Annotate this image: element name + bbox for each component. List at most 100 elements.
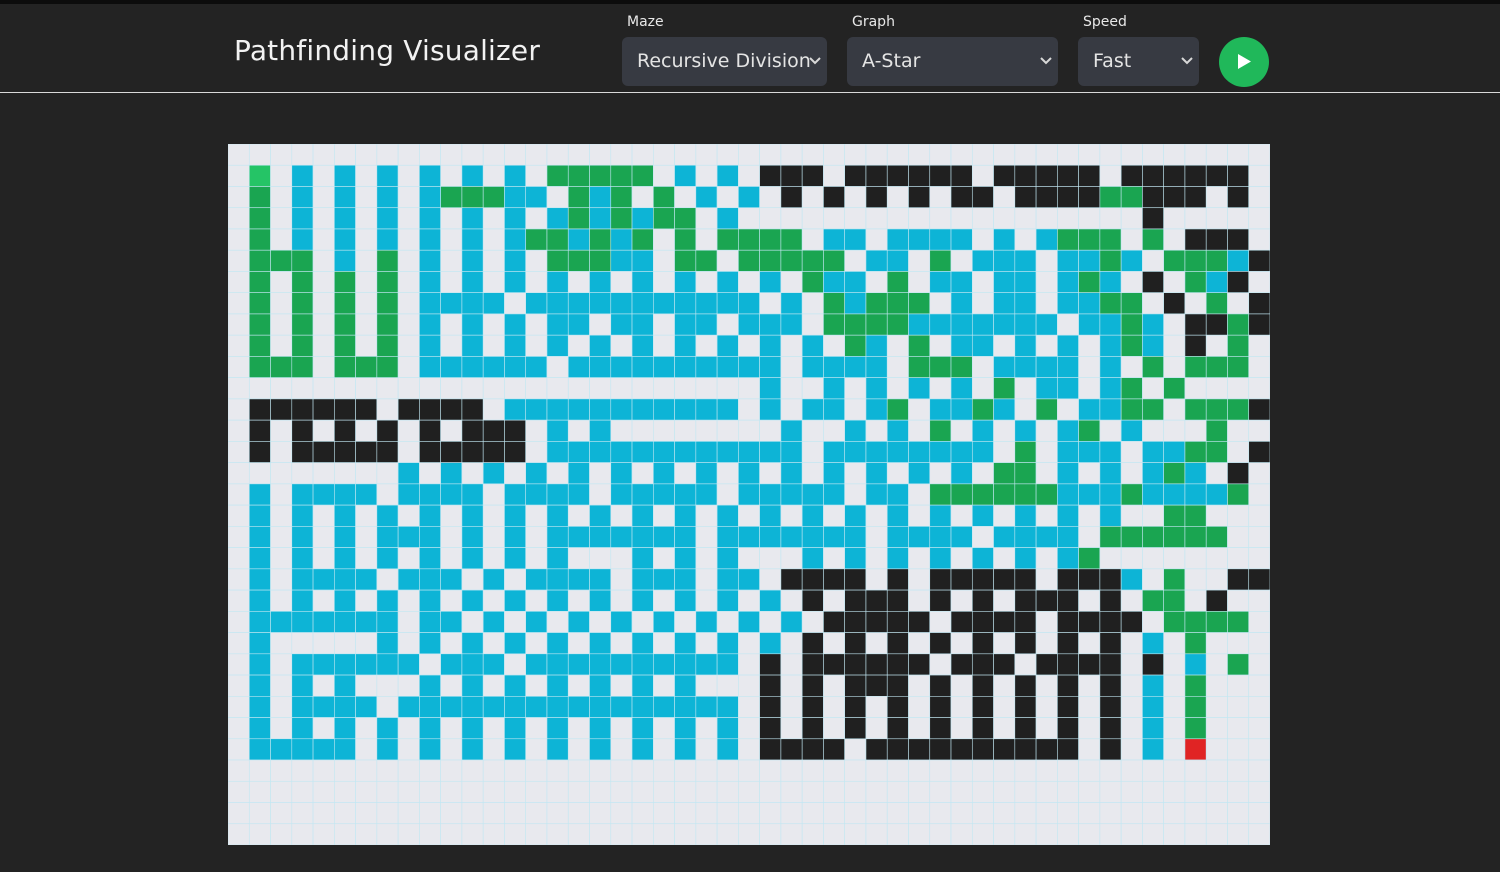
empty-cell[interactable] <box>546 144 569 166</box>
empty-cell[interactable] <box>716 249 739 272</box>
wall-cell[interactable] <box>1227 462 1250 485</box>
visited-cell[interactable] <box>950 292 973 315</box>
visited-cell[interactable] <box>1099 398 1122 421</box>
empty-cell[interactable] <box>1057 398 1079 421</box>
empty-cell[interactable] <box>270 823 293 845</box>
empty-cell[interactable] <box>1248 589 1270 612</box>
empty-cell[interactable] <box>312 144 335 166</box>
visited-cell[interactable] <box>1078 292 1101 315</box>
empty-cell[interactable] <box>525 823 548 845</box>
visited-cell[interactable] <box>1099 356 1122 378</box>
visited-cell[interactable] <box>504 334 527 357</box>
visited-cell[interactable] <box>589 632 612 655</box>
path-cell[interactable] <box>589 164 612 187</box>
empty-cell[interactable] <box>1248 611 1270 633</box>
path-cell[interactable] <box>929 419 952 442</box>
empty-cell[interactable] <box>1078 462 1101 485</box>
empty-cell[interactable] <box>355 207 378 230</box>
empty-cell[interactable] <box>440 228 463 251</box>
empty-cell[interactable] <box>312 823 335 845</box>
path-cell[interactable] <box>1184 526 1207 548</box>
empty-cell[interactable] <box>312 632 335 655</box>
path-cell[interactable] <box>1142 356 1164 378</box>
wall-cell[interactable] <box>1035 738 1058 761</box>
visited-cell[interactable] <box>716 334 739 357</box>
visited-cell[interactable] <box>631 334 654 357</box>
visited-cell[interactable] <box>929 228 952 251</box>
empty-cell[interactable] <box>1078 632 1101 655</box>
empty-cell[interactable] <box>971 271 994 293</box>
wall-cell[interactable] <box>759 738 782 761</box>
visited-cell[interactable] <box>440 356 463 378</box>
wall-cell[interactable] <box>482 441 505 463</box>
empty-cell[interactable] <box>461 377 484 400</box>
empty-cell[interactable] <box>270 271 293 293</box>
visited-cell[interactable] <box>504 313 527 336</box>
empty-cell[interactable] <box>950 547 973 570</box>
visited-cell[interactable] <box>525 292 548 315</box>
empty-cell[interactable] <box>716 186 739 209</box>
empty-cell[interactable] <box>397 823 420 845</box>
wall-cell[interactable] <box>1120 164 1143 187</box>
empty-cell[interactable] <box>759 186 782 209</box>
empty-cell[interactable] <box>823 589 845 612</box>
path-cell[interactable] <box>1163 589 1186 612</box>
wall-cell[interactable] <box>1057 589 1079 612</box>
visited-cell[interactable] <box>482 292 505 315</box>
visited-cell[interactable] <box>461 334 484 357</box>
visited-cell[interactable] <box>504 738 527 761</box>
empty-cell[interactable] <box>695 759 718 782</box>
empty-cell[interactable] <box>1035 674 1058 697</box>
empty-cell[interactable] <box>1035 611 1058 633</box>
visited-cell[interactable] <box>653 653 675 676</box>
empty-cell[interactable] <box>525 802 548 825</box>
empty-cell[interactable] <box>525 419 548 442</box>
empty-cell[interactable] <box>738 759 760 782</box>
empty-cell[interactable] <box>653 780 675 803</box>
visited-cell[interactable] <box>1099 462 1122 485</box>
visited-cell[interactable] <box>1078 441 1101 463</box>
empty-cell[interactable] <box>695 377 718 400</box>
empty-cell[interactable] <box>674 462 697 485</box>
empty-cell[interactable] <box>1248 377 1270 400</box>
empty-cell[interactable] <box>1035 547 1058 570</box>
visited-cell[interactable] <box>780 611 803 633</box>
empty-cell[interactable] <box>1227 207 1250 230</box>
path-cell[interactable] <box>653 207 675 230</box>
empty-cell[interactable] <box>1248 802 1270 825</box>
empty-cell[interactable] <box>823 695 845 718</box>
path-cell[interactable] <box>1227 483 1250 506</box>
empty-cell[interactable] <box>908 717 931 740</box>
visited-cell[interactable] <box>440 568 463 591</box>
empty-cell[interactable] <box>780 674 803 697</box>
visited-cell[interactable] <box>674 568 697 591</box>
empty-cell[interactable] <box>971 356 994 378</box>
visited-cell[interactable] <box>567 462 590 485</box>
empty-cell[interactable] <box>1227 504 1250 527</box>
path-cell[interactable] <box>1120 398 1143 421</box>
visited-cell[interactable] <box>546 441 569 463</box>
wall-cell[interactable] <box>823 653 845 676</box>
wall-cell[interactable] <box>886 632 909 655</box>
visited-cell[interactable] <box>419 504 441 527</box>
wall-cell[interactable] <box>801 568 824 591</box>
wall-cell[interactable] <box>865 589 888 612</box>
path-cell[interactable] <box>1184 441 1207 463</box>
empty-cell[interactable] <box>631 823 654 845</box>
empty-cell[interactable] <box>228 398 250 421</box>
path-cell[interactable] <box>1163 249 1186 272</box>
visited-cell[interactable] <box>801 504 824 527</box>
visited-cell[interactable] <box>1120 568 1143 591</box>
path-cell[interactable] <box>844 313 867 336</box>
empty-cell[interactable] <box>759 568 782 591</box>
empty-cell[interactable] <box>334 377 356 400</box>
empty-cell[interactable] <box>653 674 675 697</box>
path-cell[interactable] <box>993 377 1016 400</box>
visited-cell[interactable] <box>610 292 633 315</box>
wall-cell[interactable] <box>312 441 335 463</box>
visited-cell[interactable] <box>376 186 399 209</box>
empty-cell[interactable] <box>504 823 527 845</box>
wall-cell[interactable] <box>1057 717 1079 740</box>
wall-cell[interactable] <box>823 186 845 209</box>
wall-cell[interactable] <box>865 611 888 633</box>
